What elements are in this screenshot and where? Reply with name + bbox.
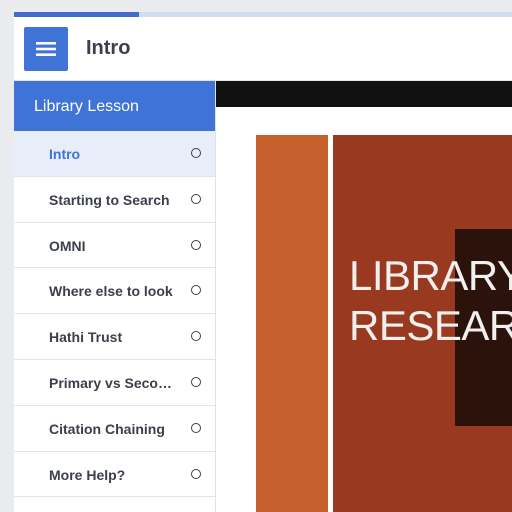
sidebar-title[interactable]: Library Lesson	[14, 81, 215, 131]
sidebar-item-label: Starting to Search	[49, 191, 170, 208]
slide-left-band	[256, 135, 328, 512]
circle-outline-icon	[191, 422, 201, 433]
sidebar-item[interactable]: OMNI	[14, 223, 215, 269]
sidebar-item-label: Intro	[49, 146, 81, 162]
sidebar-item[interactable]: Where else to look	[14, 268, 215, 315]
slide: LIBRARY RESEARCH	[256, 135, 512, 512]
circle-outline-icon	[191, 193, 201, 204]
sidebar-item-label: More Help?	[49, 466, 126, 483]
circle-outline-icon	[191, 468, 201, 479]
circle-outline-icon	[191, 376, 201, 387]
hamburger-menu-icon	[36, 42, 56, 56]
slide-title: LIBRARY RESEARCH	[349, 251, 512, 352]
sidebar-item[interactable]: Citation Chaining	[14, 406, 215, 452]
lesson-window: Intro Library Lesson Intro Starting to Se…	[14, 12, 512, 512]
circle-outline-icon	[191, 239, 201, 250]
sidebar-item-label: OMNI	[49, 237, 86, 254]
top-bar: Intro	[14, 17, 512, 81]
sidebar: Library Lesson Intro Starting to Search OM…	[14, 81, 216, 512]
sidebar-nav-list: Intro Starting to Search OMNI Where else to…	[14, 131, 215, 498]
sidebar-item-label: Where else to look	[49, 283, 173, 300]
content-area: LIBRARY RESEARCH	[216, 81, 512, 512]
sidebar-item[interactable]: Intro	[14, 131, 215, 177]
circle-outline-icon	[191, 285, 201, 296]
circle-outline-icon	[191, 148, 201, 158]
menu-button[interactable]	[24, 27, 68, 71]
circle-outline-icon	[191, 331, 201, 342]
content-top-bar	[216, 81, 512, 107]
sidebar-item-label: Primary vs Secondary	[49, 374, 177, 391]
slide-main-panel: LIBRARY RESEARCH	[333, 135, 512, 512]
sidebar-item[interactable]: More Help?	[14, 452, 215, 498]
sidebar-item[interactable]: Primary vs Secondary	[14, 360, 215, 406]
slide-title-line-2: RESEARCH	[349, 302, 512, 350]
sidebar-item[interactable]: Hathi Trust	[14, 314, 215, 360]
sidebar-item-label: Hathi Trust	[49, 329, 123, 346]
sidebar-item-label: Citation Chaining	[49, 420, 165, 437]
page-title: Intro	[86, 37, 131, 59]
sidebar-item[interactable]: Starting to Search	[14, 177, 215, 223]
slide-title-line-1: LIBRARY	[349, 252, 512, 299]
